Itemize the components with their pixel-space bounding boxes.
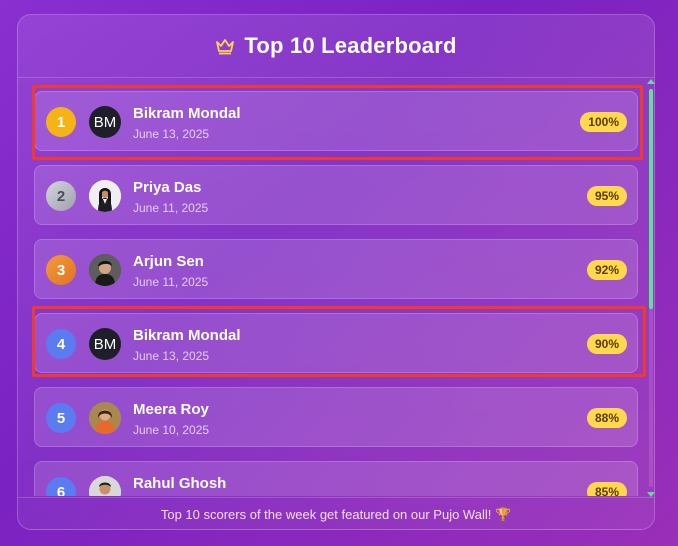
scroll-up-arrow-icon[interactable]	[647, 79, 655, 84]
avatar-photo-icon	[89, 402, 121, 434]
avatar	[89, 254, 121, 286]
leaderboard-row[interactable]: 6 Rahul Ghosh 85%	[34, 461, 638, 496]
score-badge: 85%	[586, 482, 627, 496]
rank-badge: 6	[46, 477, 76, 496]
user-name: Priya Das	[133, 179, 202, 196]
entry-date: June 11, 2025	[133, 275, 209, 289]
leaderboard-row[interactable]: 2 Priya Das June 11, 2025 95%	[34, 165, 638, 225]
avatar-photo-icon	[89, 476, 121, 496]
avatar	[89, 402, 121, 434]
avatar-photo-icon	[89, 254, 121, 286]
score-badge: 95%	[586, 186, 627, 206]
rank-badge: 5	[46, 403, 76, 433]
score-badge: 88%	[586, 408, 627, 428]
highlight-box	[32, 306, 646, 377]
entry-date: June 10, 2025	[133, 423, 210, 437]
list-scrollbar[interactable]	[646, 77, 656, 499]
avatar	[89, 476, 121, 496]
rank-badge: 3	[46, 255, 76, 285]
leaderboard-header: Top 10 Leaderboard	[18, 15, 654, 78]
scroll-thumb[interactable]	[649, 89, 653, 309]
rank-badge: 2	[46, 181, 76, 211]
avatar	[89, 180, 121, 212]
leaderboard-row[interactable]: 3 Arjun Sen June 11, 2025 92%	[34, 239, 638, 299]
user-name: Rahul Ghosh	[133, 475, 227, 492]
score-badge: 92%	[586, 260, 627, 280]
entry-date: June 11, 2025	[133, 201, 209, 215]
avatar-photo-icon	[89, 180, 121, 212]
leaderboard-footer: Top 10 scorers of the week get featured …	[18, 497, 654, 532]
leaderboard-row[interactable]: 5 Meera Roy June 10, 2025 88%	[34, 387, 638, 447]
crown-icon	[216, 39, 235, 55]
leaderboard-title: Top 10 Leaderboard	[244, 33, 457, 58]
user-name: Meera Roy	[133, 401, 209, 418]
user-name: Arjun Sen	[133, 253, 204, 270]
highlight-box	[32, 85, 643, 160]
